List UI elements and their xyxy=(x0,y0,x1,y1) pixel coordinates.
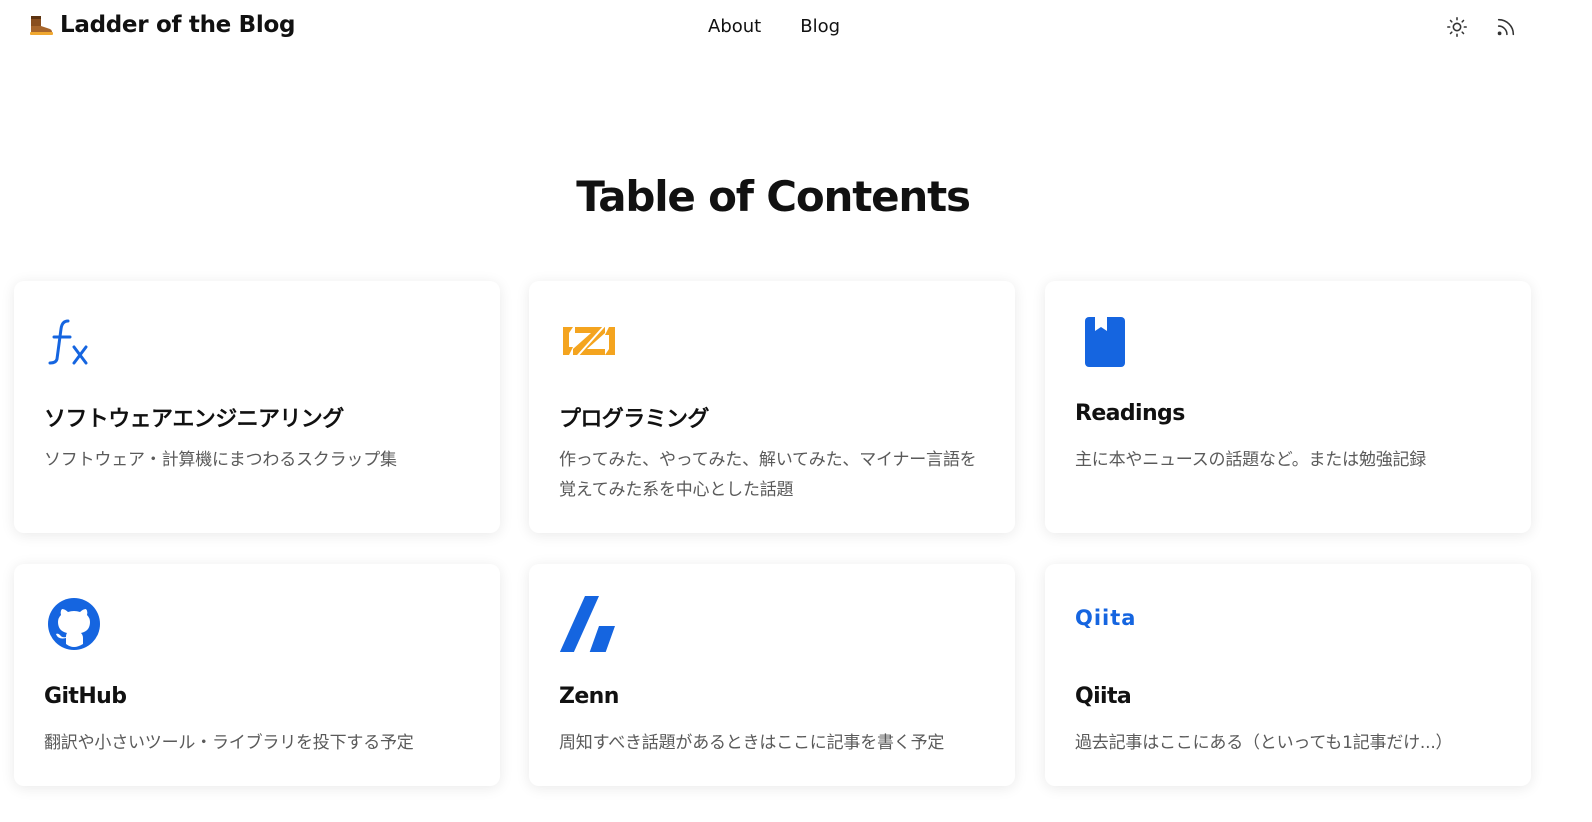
card-title: ソフトウェアエンジニアリング xyxy=(44,407,344,432)
brand-link[interactable]: Ladder of the Blog xyxy=(28,12,295,38)
qiita-logo-text: Qiita xyxy=(1075,606,1137,630)
rss-icon xyxy=(1497,18,1515,36)
rss-button[interactable] xyxy=(1493,14,1519,40)
function-fx-icon xyxy=(44,313,108,369)
card-title: プログラミング xyxy=(559,407,709,432)
nav-blog[interactable]: Blog xyxy=(800,16,840,37)
card-software-engineering[interactable]: ソフトウェアエンジニアリング ソフトウェア・計算機にまつわるスクラップ集 xyxy=(14,281,500,533)
zenn-icon xyxy=(559,596,623,654)
boot-icon xyxy=(28,13,54,37)
card-description: 周知すべき話題があるときはここに記事を書く予定 xyxy=(559,733,945,753)
github-icon xyxy=(44,596,108,652)
book-icon xyxy=(1075,313,1139,369)
card-qiita[interactable]: Qiita Qiita 過去記事はここにある（といっても1記事だけ...） xyxy=(1045,564,1531,786)
card-title: Qiita xyxy=(1075,684,1132,709)
card-programming[interactable]: プログラミング 作ってみた、やってみた、解いてみた、マイナー言語を覚えてみた系を… xyxy=(529,281,1015,533)
nav-about[interactable]: About xyxy=(708,16,761,37)
card-github[interactable]: GitHub 翻訳や小さいツール・ライブラリを投下する予定 xyxy=(14,564,500,786)
card-readings[interactable]: Readings 主に本やニュースの話題など。または勉強記録 xyxy=(1045,281,1531,533)
card-zenn[interactable]: Zenn 周知すべき話題があるときはここに記事を書く予定 xyxy=(529,564,1015,786)
page-title: Table of Contents xyxy=(576,172,971,221)
card-title: Zenn xyxy=(559,684,619,709)
card-description: 過去記事はここにある（といっても1記事だけ...） xyxy=(1075,733,1453,753)
card-description: 翻訳や小さいツール・ライブラリを投下する予定 xyxy=(44,733,414,753)
card-description: ソフトウェア・計算機にまつわるスクラップ集 xyxy=(44,450,397,470)
card-description: 主に本やニュースの話題など。または勉強記録 xyxy=(1075,450,1427,470)
card-description: 作ってみた、やってみた、解いてみた、マイナー言語を覚えてみた系を中心とした話題 xyxy=(559,450,977,500)
site-header: Ladder of the Blog About Blog xyxy=(0,0,1592,56)
card-title: Readings xyxy=(1075,401,1185,426)
main-nav: About Blog xyxy=(708,16,840,37)
zig-logo-icon xyxy=(559,313,623,369)
sun-icon xyxy=(1447,17,1467,37)
qiita-icon: Qiita xyxy=(1075,596,1155,652)
theme-toggle-button[interactable] xyxy=(1444,14,1470,40)
brand-title: Ladder of the Blog xyxy=(60,12,296,38)
card-title: GitHub xyxy=(44,684,127,709)
